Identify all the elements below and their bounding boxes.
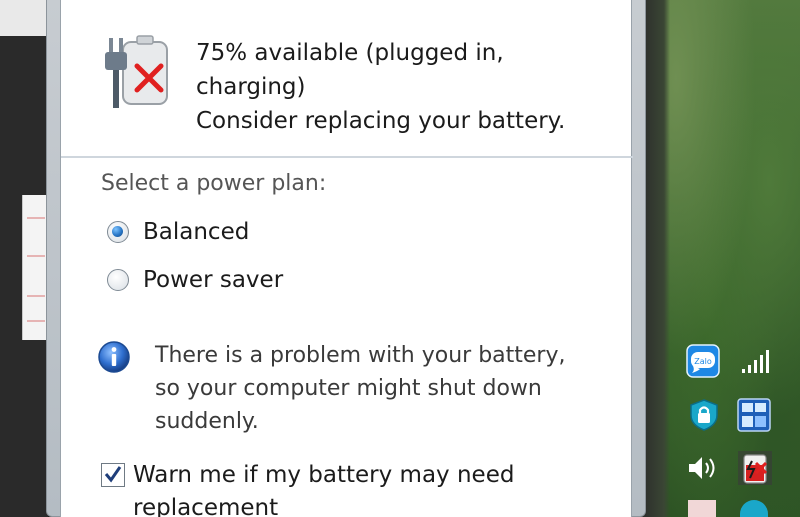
balanced-radio[interactable] [107,221,129,243]
battery-problem-line1: There is a problem with your battery, [155,343,566,368]
network-manager-icon[interactable] [737,398,771,432]
battery-flyout: 75% available (plugged in, charging) Con… [60,0,633,517]
warn-replacement-label[interactable]: Warn me if my battery may need [133,459,514,492]
warn-replacement-text[interactable]: Warn me if my battery may need replaceme… [133,459,514,517]
power-saver-label[interactable]: Power saver [143,267,283,293]
power-plan-label: Select a power plan: [101,171,327,196]
shield-lock-icon[interactable] [687,398,721,432]
warn-replacement-label-cont[interactable]: replacement [133,492,514,517]
zalo-icon-text: Zalo [694,357,712,366]
tray-icon-partial-1[interactable] [688,500,716,517]
warn-replacement-option[interactable]: Warn me if my battery may need replaceme… [101,459,514,517]
battery-replace-message: Consider replacing your battery. [196,108,566,134]
battery-warning-icon[interactable] [738,451,772,485]
checkmark-icon [104,466,122,483]
signal-bars-icon[interactable] [740,344,774,378]
battery-problem-line3: suddenly. [155,409,259,434]
battery-charging-status: charging) [196,74,306,100]
battery-problem-line2: so your computer might shut down [155,376,542,401]
info-icon [98,341,130,373]
battery-plug-warning-icon [105,35,168,108]
power-saver-radio[interactable] [107,269,129,291]
background-window-strip [0,0,46,36]
power-plan-power-saver[interactable]: Power saver [107,263,283,297]
zalo-icon[interactable]: Zalo [686,344,720,378]
speaker-icon[interactable] [685,451,719,485]
power-plan-balanced[interactable]: Balanced [107,215,249,249]
warn-replacement-checkbox[interactable] [101,463,125,487]
background-document-strip [22,195,48,340]
battery-percent-status: 75% available (plugged in, [196,40,504,66]
background-window-left [0,0,48,517]
battery-status-header: 75% available (plugged in, charging) Con… [61,0,633,156]
balanced-label[interactable]: Balanced [143,219,249,245]
header-divider [61,156,633,158]
